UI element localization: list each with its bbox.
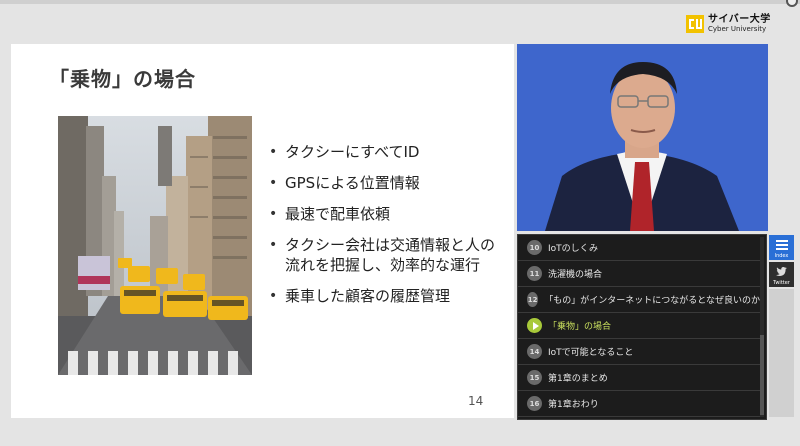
chapter-item-15[interactable]: 15 第1章のまとめ <box>518 365 760 391</box>
bullet-item: 乗車した顧客の履歴管理 <box>269 286 504 306</box>
chapter-list: 10 IoTのしくみ 11 洗濯機の場合 12 「もの」がインターネットにつなが… <box>517 234 767 420</box>
chapter-item-13-active[interactable]: 「乗物」の場合 <box>518 313 760 339</box>
chapter-number-badge: 10 <box>527 240 542 255</box>
slide-title: 「乗物」の場合 <box>49 67 196 91</box>
cyber-university-logo: サイバー大学 Cyber University <box>686 13 771 35</box>
chapter-label: 「乗物」の場合 <box>548 322 612 332</box>
twitter-bird-icon <box>775 262 788 281</box>
chapter-number-badge: 16 <box>527 396 542 411</box>
lecture-slide: 「乗物」の場合 • タクシーにすべてID • GPSによる位置情報 • 最速で配… <box>11 44 514 418</box>
chapter-label: 第1章おわり <box>548 400 599 410</box>
lecturer-video[interactable] <box>517 44 768 231</box>
chapter-item-16[interactable]: 16 第1章おわり <box>518 391 760 417</box>
side-panel-filler <box>769 289 794 417</box>
chapter-item-11[interactable]: 11 洗濯機の場合 <box>518 261 760 287</box>
twitter-button[interactable]: Twitter <box>769 262 794 287</box>
taxi-street-photo <box>58 116 252 375</box>
list-icon <box>775 235 788 254</box>
close-icon[interactable] <box>786 0 798 7</box>
chapter-label: 洗濯機の場合 <box>548 270 603 280</box>
twitter-button-label: Twitter <box>773 280 790 286</box>
window-top-strip <box>0 0 800 4</box>
chapter-number-badge: 15 <box>527 370 542 385</box>
bullet-item: タクシー会社は交通情報と人の流れを把握し、効率的な運行 <box>269 235 504 275</box>
cu-logo-icon <box>686 15 704 33</box>
logo-english-name: Cyber University <box>708 25 767 33</box>
bullet-item: GPSによる位置情報 <box>269 173 504 193</box>
chapter-list-scrollbar[interactable] <box>760 237 764 417</box>
chapter-item-10[interactable]: 10 IoTのしくみ <box>518 235 760 261</box>
chapter-label: 第1章のまとめ <box>548 374 608 384</box>
bullet-item: 最速で配車依頼 <box>269 204 504 224</box>
scrollbar-thumb[interactable] <box>760 335 764 415</box>
chapter-number-badge: 14 <box>527 344 542 359</box>
chapter-item-12[interactable]: 12 「もの」がインターネットにつながるとなぜ良いのか <box>518 287 760 313</box>
logo-japanese-name: サイバー大学 <box>708 14 771 25</box>
chapter-label: IoTで可能となること <box>548 348 634 358</box>
play-icon <box>527 318 542 333</box>
index-button[interactable]: Index <box>769 235 794 260</box>
chapter-item-14[interactable]: 14 IoTで可能となること <box>518 339 760 365</box>
slide-page-number: 14 <box>468 394 484 408</box>
index-button-label: Index <box>774 253 789 259</box>
chapter-label: IoTのしくみ <box>548 244 599 254</box>
chapter-number-badge: 12 <box>527 292 539 307</box>
chapter-number-badge: 11 <box>527 266 542 281</box>
slide-bullet-list: タクシーにすべてID GPSによる位置情報 最速で配車依頼 タクシー会社は交通情… <box>269 142 504 317</box>
bullet-item: タクシーにすべてID <box>269 142 504 162</box>
chapter-label: 「もの」がインターネットにつながるとなぜ良いのか <box>544 296 760 306</box>
